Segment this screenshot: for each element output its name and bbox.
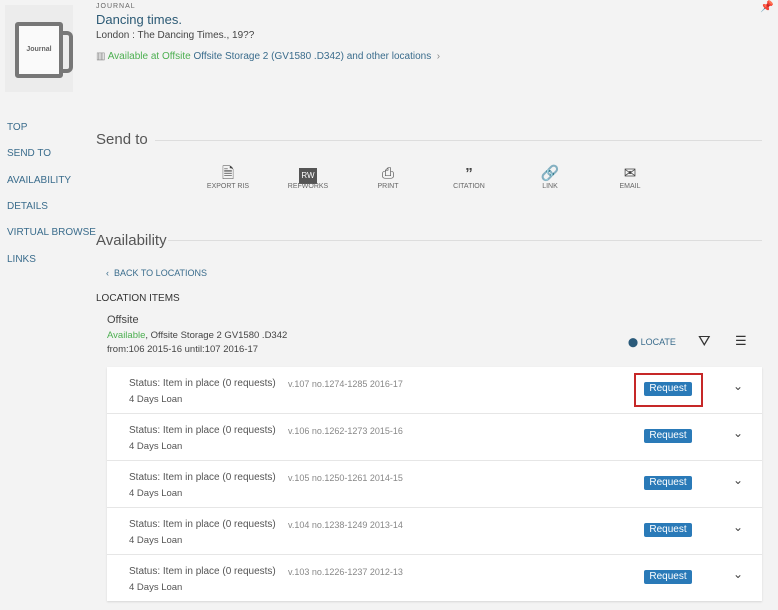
action-label: EXPORT RIS — [206, 183, 250, 190]
chevron-down-icon[interactable]: ⌄ — [733, 426, 743, 440]
item-loan: 4 Days Loan — [129, 394, 183, 405]
pin-icon[interactable]: 📌 — [760, 0, 774, 13]
item-row: Status: Item in place (0 requests) v.103 … — [107, 555, 762, 601]
action-label: LINK — [542, 183, 558, 190]
book-icon: ▥ — [96, 51, 108, 62]
item-row: Status: Item in place (0 requests) v.106 … — [107, 414, 762, 461]
sidebar-item-details[interactable]: DETAILS — [7, 201, 48, 212]
send-to-heading: Send to — [96, 131, 148, 148]
filter-icon[interactable]: ⛛ — [698, 333, 711, 350]
location-items-label: LOCATION ITEMS — [96, 293, 180, 304]
chevron-right-icon: › — [434, 51, 441, 62]
refworks-button[interactable]: RW REFWORKS — [273, 165, 343, 190]
link-icon: 🔗 — [540, 165, 560, 182]
item-volume: v.105 no.1250-1261 2014-15 — [288, 473, 403, 483]
quote-icon: ” — [465, 165, 473, 182]
item-status: Status: Item in place (0 requests) — [129, 472, 276, 483]
mug-handle — [59, 31, 73, 73]
file-export-icon: 🗎 — [221, 165, 235, 182]
request-button[interactable]: Request — [644, 476, 692, 490]
journal-icon: Journal — [15, 22, 63, 78]
record-title[interactable]: Dancing times. — [96, 12, 182, 27]
location-detail: , Offsite Storage 2 GV1580 .D342 — [145, 330, 288, 341]
refworks-glyph: RW — [299, 168, 317, 184]
back-to-locations-link[interactable]: ‹ BACK TO LOCATIONS — [106, 268, 207, 278]
available-text: Available — [107, 330, 146, 341]
highlight-box — [634, 373, 703, 407]
item-loan: 4 Days Loan — [129, 535, 183, 546]
sidebar-item-top[interactable]: TOP — [7, 122, 27, 133]
item-status: Status: Item in place (0 requests) — [129, 378, 276, 389]
back-label: BACK TO LOCATIONS — [114, 268, 208, 278]
item-loan: 4 Days Loan — [129, 488, 183, 499]
item-status: Status: Item in place (0 requests) — [129, 566, 276, 577]
item-volume: v.107 no.1274-1285 2016-17 — [288, 379, 403, 389]
item-volume: v.103 no.1226-1237 2012-13 — [288, 567, 403, 577]
item-loan: 4 Days Loan — [129, 441, 183, 452]
action-label: PRINT — [377, 183, 399, 190]
item-row: Status: Item in place (0 requests) v.107 … — [107, 367, 762, 414]
chevron-left-icon: ‹ — [106, 268, 114, 278]
request-button[interactable]: Request — [644, 429, 692, 443]
item-row: Status: Item in place (0 requests) v.105 … — [107, 461, 762, 508]
items-list: Status: Item in place (0 requests) v.107 … — [107, 367, 762, 601]
item-row: Status: Item in place (0 requests) v.104 … — [107, 508, 762, 555]
print-button[interactable]: ⎙ PRINT — [353, 165, 423, 190]
print-icon: ⎙ — [381, 165, 394, 182]
refworks-icon: RW — [273, 165, 343, 184]
chevron-down-icon[interactable]: ⌄ — [733, 379, 743, 393]
action-label: CITATION — [453, 183, 485, 190]
request-button[interactable]: Request — [644, 570, 692, 584]
item-volume: v.104 no.1238-1249 2013-14 — [288, 520, 403, 530]
publisher: London : The Dancing Times., 19?? — [96, 30, 255, 41]
journal-thumbnail: Journal — [5, 5, 73, 92]
location-name: Offsite — [107, 314, 139, 326]
chevron-down-icon[interactable]: ⌄ — [733, 520, 743, 534]
email-button[interactable]: ✉ EMAIL — [595, 165, 665, 190]
sidebar-item-virtual-browse[interactable]: VIRTUAL BROWSE — [7, 227, 96, 238]
chevron-down-icon[interactable]: ⌄ — [733, 473, 743, 487]
availability-status: Available at Offsite — [107, 51, 191, 62]
item-status: Status: Item in place (0 requests) — [129, 519, 276, 530]
link-button[interactable]: 🔗 LINK — [515, 165, 585, 190]
action-label: EMAIL — [619, 183, 641, 190]
locate-label: LOCATE — [640, 337, 676, 347]
availability-heading: Availability — [96, 232, 167, 249]
availability-location: Offsite Storage 2 (GV1580 .D342) and oth… — [193, 51, 432, 62]
action-label: REFWORKS — [287, 183, 329, 190]
sort-icon[interactable]: ☰ — [735, 333, 747, 349]
sidebar-item-links[interactable]: LINKS — [7, 254, 36, 265]
sidebar-item-send-to[interactable]: SEND TO — [7, 148, 51, 159]
location-status: Available, Offsite Storage 2 GV1580 .D34… — [107, 330, 287, 341]
item-volume: v.106 no.1262-1273 2015-16 — [288, 426, 403, 436]
divider — [155, 140, 762, 141]
holdings: from:106 2015-16 until:107 2016-17 — [107, 344, 259, 355]
availability-link[interactable]: ▥ Available at Offsite Offsite Storage 2… — [96, 51, 440, 62]
sidebar-item-availability[interactable]: AVAILABILITY — [7, 175, 71, 186]
request-button[interactable]: Request — [644, 523, 692, 537]
record-type: JOURNAL — [96, 3, 136, 10]
map-pin-icon: ⬤ — [628, 337, 641, 347]
item-status: Status: Item in place (0 requests) — [129, 425, 276, 436]
chevron-down-icon[interactable]: ⌄ — [733, 567, 743, 581]
email-icon: ✉ — [623, 165, 637, 182]
citation-button[interactable]: ” CITATION — [434, 165, 504, 190]
item-loan: 4 Days Loan — [129, 582, 183, 593]
divider — [168, 240, 762, 241]
locate-button[interactable]: ⬤ LOCATE — [628, 337, 676, 348]
export-ris-button[interactable]: 🗎 EXPORT RIS — [193, 165, 263, 190]
